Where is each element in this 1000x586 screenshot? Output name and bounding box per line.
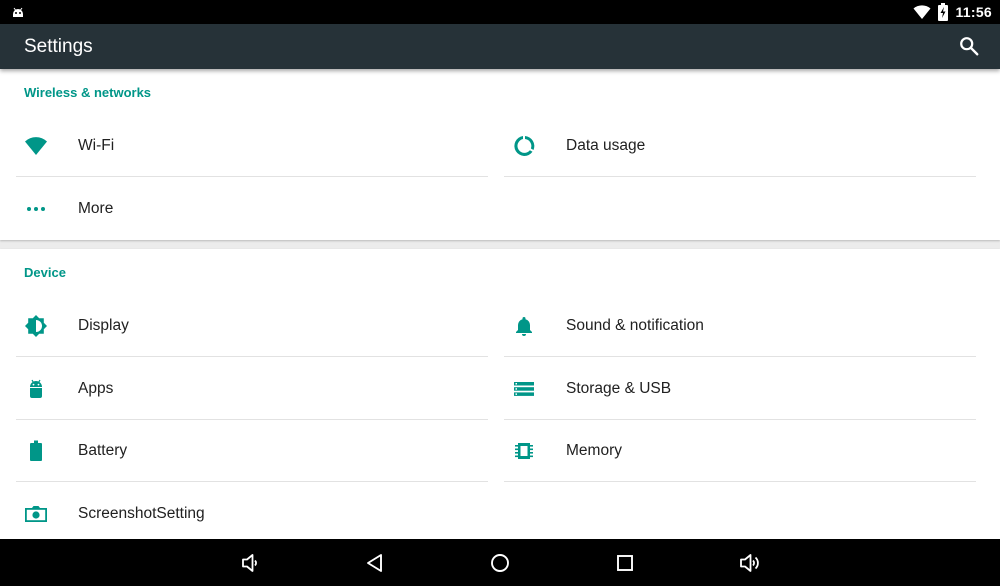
settings-item-memory[interactable]: Memory [504,420,976,482]
status-icons: 11:56 [913,0,992,24]
back-icon[interactable] [363,551,387,575]
recents-icon[interactable] [613,551,637,575]
section-device: Device Display Sound & notification Apps… [0,249,1000,539]
status-bar: 11:56 [0,0,1000,24]
brightness-icon [25,315,47,337]
search-icon[interactable] [958,35,980,57]
settings-item-label: Display [78,316,129,334]
navigation-bar [0,539,1000,586]
memory-chip-icon [515,443,533,459]
wifi-icon [913,5,931,19]
settings-item-label: Storage & USB [566,379,672,397]
battery-charging-icon [938,3,949,21]
settings-item-label: Battery [78,441,128,459]
android-notification-icon [13,7,23,17]
section-wireless-networks: Wireless & networks Wi-Fi Data usage Mor… [0,69,1000,240]
bell-icon [516,317,532,336]
home-icon[interactable] [488,551,512,575]
volume-up-icon[interactable] [738,551,762,575]
android-icon [30,379,42,398]
settings-list[interactable]: Wireless & networks Wi-Fi Data usage Mor… [0,69,1000,539]
camera-icon [25,506,47,522]
settings-item-label: ScreenshotSetting [78,505,205,522]
settings-item-label: More [78,200,114,217]
data-usage-icon [514,136,535,156]
settings-item-storage-usb[interactable]: Storage & USB [504,358,976,420]
settings-item-battery[interactable]: Battery [16,420,488,482]
storage-icon [514,382,534,396]
battery-icon [30,440,42,461]
settings-item-sound-notification[interactable]: Sound & notification [504,295,976,357]
volume-down-icon[interactable] [238,551,262,575]
section-header-device: Device [24,265,66,280]
settings-item-screenshot-setting[interactable]: ScreenshotSetting [16,483,488,539]
settings-item-display[interactable]: Display [16,295,488,357]
clock: 11:56 [955,4,992,20]
section-header-wireless: Wireless & networks [24,85,152,100]
settings-item-label: Memory [566,441,622,459]
page-title: Settings [24,36,93,57]
settings-item-more[interactable]: More [16,178,488,240]
settings-item-wifi[interactable]: Wi-Fi [16,115,488,177]
settings-item-label: Wi-Fi [78,136,115,154]
settings-item-label: Apps [78,379,114,397]
settings-item-data-usage[interactable]: Data usage [504,115,976,177]
settings-item-label: Data usage [566,136,646,154]
more-dots-icon [27,207,45,211]
settings-item-apps[interactable]: Apps [16,358,488,420]
settings-item-label: Sound & notification [566,316,704,334]
app-bar: Settings [0,24,1000,69]
wifi-icon [25,137,47,155]
